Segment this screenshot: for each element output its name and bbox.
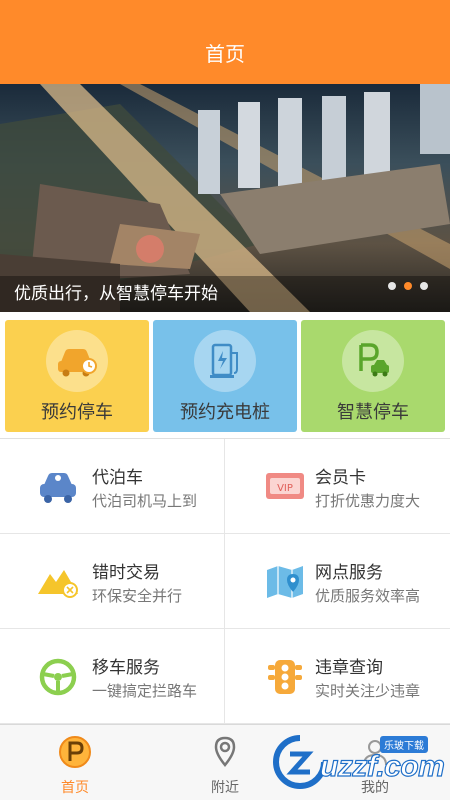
- tile-label: 预约停车: [41, 402, 113, 423]
- watermark: 乐玻下载 uzzf.com: [270, 730, 450, 792]
- banner-carousel[interactable]: 优质出行，从智慧停车开始: [0, 84, 450, 312]
- tile-label: 预约充电桩: [180, 402, 270, 423]
- steering-wheel-icon: [39, 658, 77, 696]
- parking-car-icon: [342, 330, 404, 392]
- banner-page-indicator: [388, 282, 428, 290]
- map-pin-icon: [267, 566, 303, 598]
- reserve-charging-tile[interactable]: 预约充电桩: [153, 320, 297, 432]
- reserve-parking-tile[interactable]: 预约停车: [5, 320, 149, 432]
- member-card-item[interactable]: VIP 会员卡 打折优惠力度大: [225, 439, 450, 534]
- charging-station-icon: [194, 330, 256, 392]
- off-peak-trade-item[interactable]: 错时交易 环保安全并行: [0, 534, 225, 629]
- service-name: 会员卡: [315, 468, 366, 488]
- page-dot[interactable]: [420, 282, 428, 290]
- service-name: 移车服务: [92, 658, 160, 678]
- tab-label: 首页: [61, 780, 89, 796]
- banner-caption: 优质出行，从智慧停车开始: [14, 284, 218, 304]
- parking-p-icon: [59, 736, 91, 768]
- outlet-service-item[interactable]: 网点服务 优质服务效率高: [225, 534, 450, 629]
- page-title: 首页: [205, 42, 245, 66]
- service-name: 网点服务: [315, 563, 383, 583]
- violation-query-item[interactable]: 违章查询 实时关注少违章: [225, 629, 450, 724]
- valet-parking-item[interactable]: 代泊车 代泊司机马上到: [0, 439, 225, 534]
- tile-label: 智慧停车: [337, 402, 409, 423]
- vip-card-icon: VIP: [266, 473, 304, 499]
- mountain-clock-icon: [38, 570, 78, 598]
- service-desc: 环保安全并行: [92, 587, 183, 605]
- smart-parking-tile[interactable]: 智慧停车: [301, 320, 445, 432]
- service-desc: 优质服务效率高: [315, 587, 421, 605]
- page-dot-active[interactable]: [404, 282, 412, 290]
- svg-text:VIP: VIP: [277, 483, 293, 494]
- service-name: 错时交易: [92, 563, 160, 583]
- watermark-text: uzzf.com: [319, 749, 445, 783]
- service-desc: 打折优惠力度大: [315, 492, 421, 510]
- quick-actions: 预约停车 预约充电桩 智慧停车: [0, 312, 450, 438]
- move-car-item[interactable]: 移车服务 一键搞定拦路车: [0, 629, 225, 724]
- service-name: 代泊车: [92, 468, 143, 488]
- page-dot[interactable]: [388, 282, 396, 290]
- service-desc: 实时关注少违章: [315, 682, 421, 700]
- car-clock-icon: [46, 330, 108, 392]
- app-header: 首页: [0, 0, 450, 84]
- service-name: 违章查询: [315, 658, 383, 678]
- services-grid: 代泊车 代泊司机马上到 VIP 会员卡 打折优惠力度大 错时交易 环保安全并行 …: [0, 438, 450, 724]
- service-desc: 一键搞定拦路车: [92, 682, 198, 700]
- traffic-light-icon: [268, 660, 302, 694]
- service-desc: 代泊司机马上到: [92, 492, 198, 510]
- tab-home[interactable]: 首页: [0, 725, 150, 800]
- location-pin-icon: [214, 736, 236, 767]
- car-icon: [40, 473, 76, 503]
